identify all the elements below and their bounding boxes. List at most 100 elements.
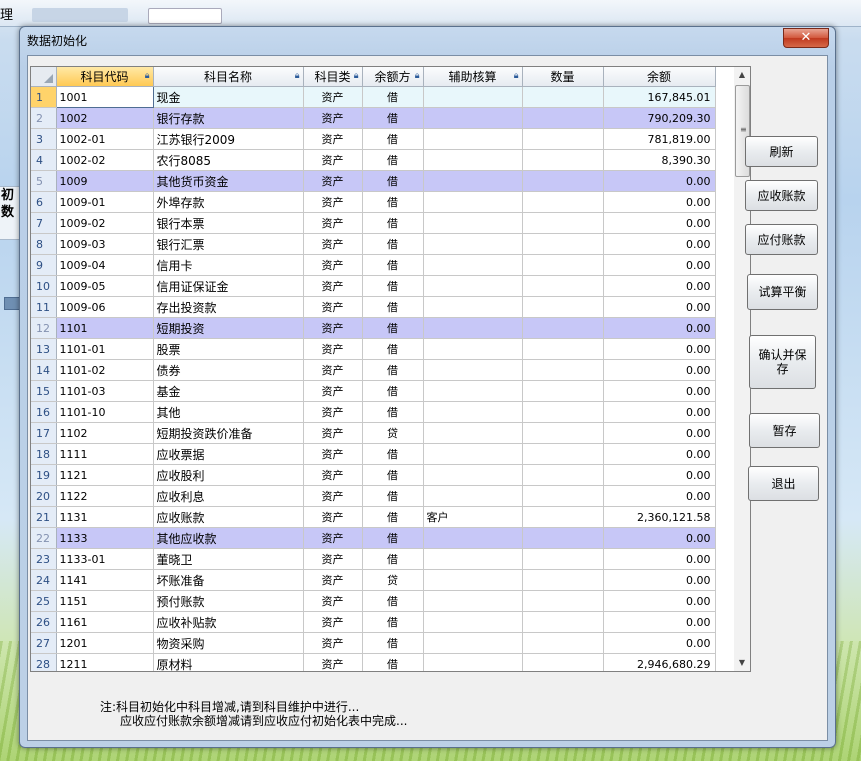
account-code-cell[interactable]: 1133 <box>56 527 154 549</box>
account-code-cell[interactable]: 1151 <box>56 590 154 612</box>
balance-cell[interactable]: 167,845.01 <box>603 86 716 108</box>
balance-cell[interactable]: 790,209.30 <box>603 107 716 129</box>
account-code-cell[interactable]: 1161 <box>56 611 154 633</box>
refresh-button[interactable]: 刷新 <box>745 136 818 167</box>
quantity-cell[interactable] <box>522 632 604 654</box>
auxiliary-cell[interactable] <box>423 254 523 276</box>
receivable-button[interactable]: 应收账款 <box>745 180 818 211</box>
account-type-cell[interactable]: 资产 <box>303 548 363 570</box>
account-name-cell[interactable]: 应收利息 <box>153 485 304 507</box>
balance-cell[interactable]: 0.00 <box>603 632 716 654</box>
table-row[interactable]: 7 1009-02 银行本票 资产借 0.00 <box>31 212 716 234</box>
row-number-cell[interactable]: 22 <box>31 527 57 549</box>
quantity-cell[interactable] <box>522 401 604 423</box>
auxiliary-cell[interactable] <box>423 653 523 671</box>
temp-save-button[interactable]: 暂存 <box>749 413 820 448</box>
quantity-cell[interactable] <box>522 380 604 402</box>
account-type-cell[interactable]: 资产 <box>303 380 363 402</box>
quantity-cell[interactable] <box>522 653 604 671</box>
account-code-cell[interactable]: 1122 <box>56 485 154 507</box>
table-row[interactable]: 23 1133-01 董晓卫 资产借 0.00 <box>31 548 716 570</box>
account-name-cell[interactable]: 应收票据 <box>153 443 304 465</box>
quantity-cell[interactable] <box>522 443 604 465</box>
row-number-cell[interactable]: 1 <box>31 86 57 108</box>
auxiliary-cell[interactable] <box>423 149 523 171</box>
account-type-cell[interactable]: 资产 <box>303 506 363 528</box>
account-name-cell[interactable]: 预付账款 <box>153 590 304 612</box>
balance-direction-cell[interactable]: 借 <box>362 212 424 234</box>
balance-cell[interactable]: 0.00 <box>603 212 716 234</box>
account-type-cell[interactable]: 资产 <box>303 254 363 276</box>
table-row[interactable]: 2 1002 银行存款 资产借 790,209.30 <box>31 107 716 129</box>
quantity-cell[interactable] <box>522 338 604 360</box>
quantity-cell[interactable] <box>522 590 604 612</box>
table-row[interactable]: 25 1151 预付账款 资产借 0.00 <box>31 590 716 612</box>
auxiliary-cell[interactable]: 客户 <box>423 506 523 528</box>
account-name-cell[interactable]: 其他货币资金 <box>153 170 304 192</box>
row-number-cell[interactable]: 15 <box>31 380 57 402</box>
table-row[interactable]: 15 1101-03 基金 资产借 0.00 <box>31 380 716 402</box>
balance-direction-cell[interactable]: 借 <box>362 464 424 486</box>
table-row[interactable]: 26 1161 应收补贴款 资产借 0.00 <box>31 611 716 633</box>
account-code-cell[interactable]: 1002-02 <box>56 149 154 171</box>
account-type-cell[interactable]: 资产 <box>303 485 363 507</box>
column-header-quantity[interactable]: 数量 <box>522 67 604 87</box>
account-type-cell[interactable]: 资产 <box>303 569 363 591</box>
background-tab-active[interactable] <box>148 8 222 24</box>
balance-direction-cell[interactable]: 借 <box>362 359 424 381</box>
quantity-cell[interactable] <box>522 548 604 570</box>
account-code-cell[interactable]: 1121 <box>56 464 154 486</box>
balance-cell[interactable]: 0.00 <box>603 401 716 423</box>
balance-direction-cell[interactable]: 借 <box>362 485 424 507</box>
row-number-cell[interactable]: 5 <box>31 170 57 192</box>
account-name-cell[interactable]: 应收账款 <box>153 506 304 528</box>
balance-cell[interactable]: 0.00 <box>603 611 716 633</box>
background-tab[interactable] <box>32 8 128 22</box>
table-row[interactable]: 11 1009-06 存出投资款 资产借 0.00 <box>31 296 716 318</box>
row-number-cell[interactable]: 21 <box>31 506 57 528</box>
balance-cell[interactable]: 0.00 <box>603 170 716 192</box>
balance-direction-cell[interactable]: 借 <box>362 128 424 150</box>
balance-direction-cell[interactable]: 借 <box>362 149 424 171</box>
trial-balance-button[interactable]: 试算平衡 <box>747 274 818 310</box>
balance-cell[interactable]: 2,946,680.29 <box>603 653 716 671</box>
account-type-cell[interactable]: 资产 <box>303 632 363 654</box>
quantity-cell[interactable] <box>522 275 604 297</box>
auxiliary-cell[interactable] <box>423 170 523 192</box>
quantity-cell[interactable] <box>522 317 604 339</box>
balance-cell[interactable]: 0.00 <box>603 422 716 444</box>
balance-cell[interactable]: 0.00 <box>603 338 716 360</box>
auxiliary-cell[interactable] <box>423 527 523 549</box>
quantity-cell[interactable] <box>522 464 604 486</box>
quantity-cell[interactable] <box>522 359 604 381</box>
account-type-cell[interactable]: 资产 <box>303 107 363 129</box>
auxiliary-cell[interactable] <box>423 569 523 591</box>
balance-direction-cell[interactable]: 借 <box>362 527 424 549</box>
row-number-cell[interactable]: 27 <box>31 632 57 654</box>
quantity-cell[interactable] <box>522 86 604 108</box>
table-row[interactable]: 20 1122 应收利息 资产借 0.00 <box>31 485 716 507</box>
auxiliary-cell[interactable] <box>423 212 523 234</box>
quantity-cell[interactable] <box>522 254 604 276</box>
auxiliary-cell[interactable] <box>423 548 523 570</box>
balance-cell[interactable]: 8,390.30 <box>603 149 716 171</box>
account-name-cell[interactable]: 银行汇票 <box>153 233 304 255</box>
balance-cell[interactable]: 781,819.00 <box>603 128 716 150</box>
account-code-cell[interactable]: 1002-01 <box>56 128 154 150</box>
account-type-cell[interactable]: 资产 <box>303 338 363 360</box>
table-row[interactable]: 21 1131 应收账款 资产借客户 2,360,121.58 <box>31 506 716 528</box>
account-type-cell[interactable]: 资产 <box>303 611 363 633</box>
account-type-cell[interactable]: 资产 <box>303 212 363 234</box>
quantity-cell[interactable] <box>522 611 604 633</box>
account-type-cell[interactable]: 资产 <box>303 590 363 612</box>
account-name-cell[interactable]: 其他应收款 <box>153 527 304 549</box>
row-number-cell[interactable]: 26 <box>31 611 57 633</box>
auxiliary-cell[interactable] <box>423 464 523 486</box>
account-name-cell[interactable]: 应收股利 <box>153 464 304 486</box>
auxiliary-cell[interactable] <box>423 86 523 108</box>
auxiliary-cell[interactable] <box>423 443 523 465</box>
row-number-cell[interactable]: 7 <box>31 212 57 234</box>
auxiliary-cell[interactable] <box>423 317 523 339</box>
table-row[interactable]: 13 1101-01 股票 资产借 0.00 <box>31 338 716 360</box>
balance-cell[interactable]: 0.00 <box>603 380 716 402</box>
